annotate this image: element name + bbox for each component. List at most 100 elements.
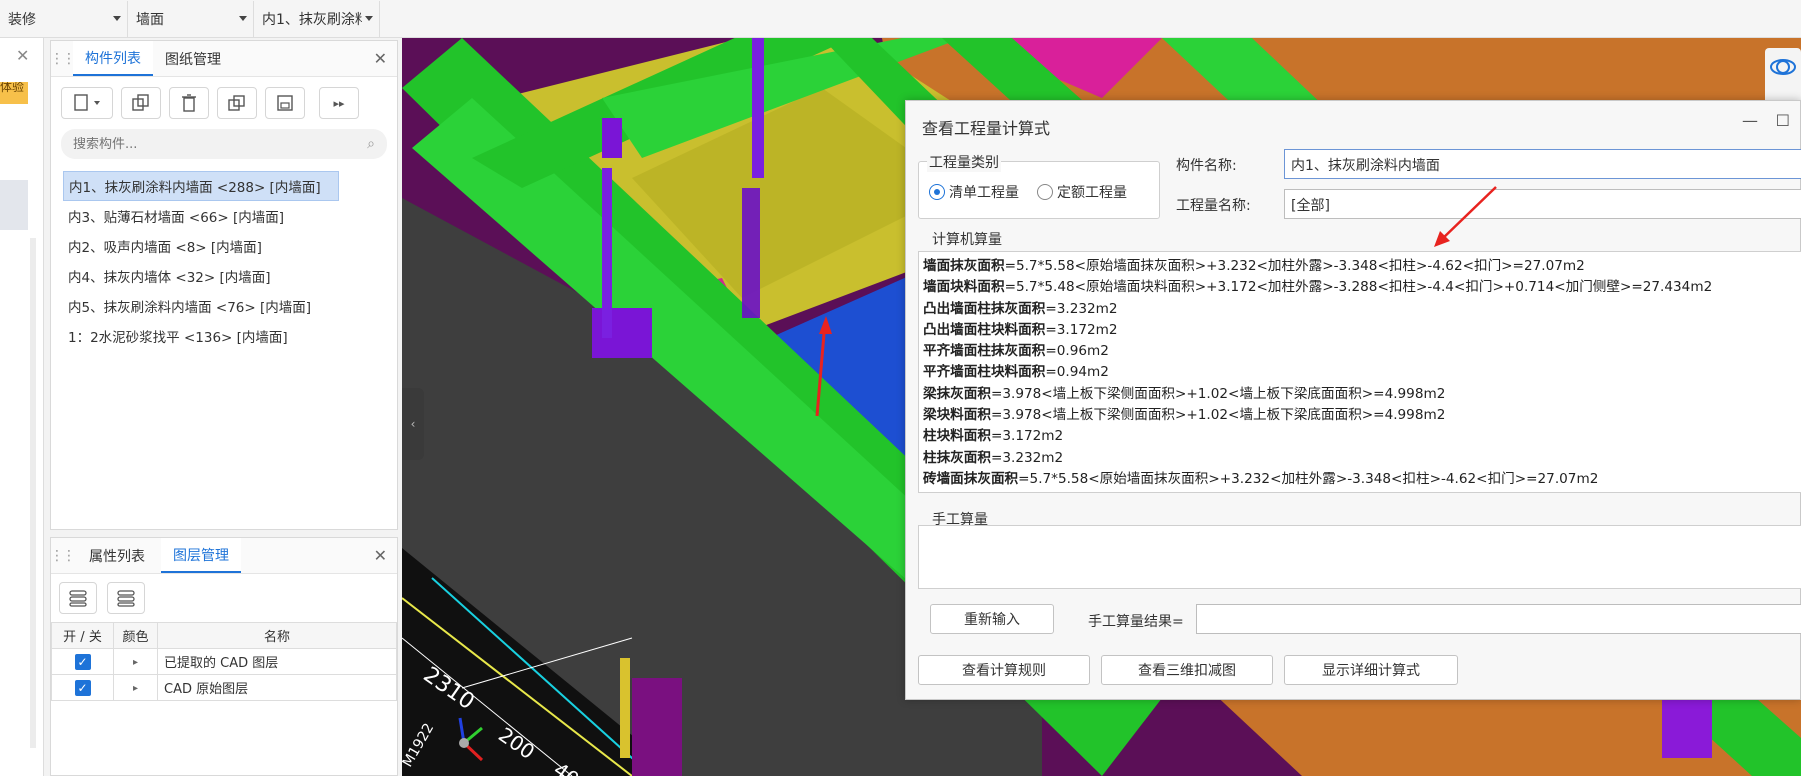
calc-line: 柱块料面积=3.172m2	[919, 426, 1801, 447]
manual-result-label: 手工算量结果=	[1088, 614, 1184, 630]
tab-component-list[interactable]: 构件列表	[73, 41, 153, 76]
layers-icon	[69, 590, 87, 607]
list-item[interactable]: 内3、贴薄石材墙面 <66> [内墙面]	[63, 201, 397, 231]
table-row[interactable]: ✓ ▸ CAD 原始图层	[51, 674, 397, 701]
close-icon[interactable]: ✕	[16, 46, 29, 65]
calc-line-formula: =5.7*5.58<原始墙面抹灰面积>+3.232<加柱外露>-3.348<扣柱…	[1004, 258, 1585, 274]
table-row[interactable]: ✓ ▸ 已提取的 CAD 图层	[51, 648, 397, 675]
maximize-icon[interactable]: ☐	[1776, 111, 1790, 130]
component-toolbar: ▸▸	[51, 77, 397, 119]
view-3d-deduction-button[interactable]: 查看三维扣减图	[1101, 655, 1273, 685]
calc-line-label: 砖墙面抹灰面积	[923, 470, 1019, 487]
component-name-field[interactable]: 内1、抹灰刷涂料内墙面	[1284, 149, 1801, 179]
quantity-name-field[interactable]: [全部]	[1284, 189, 1801, 219]
calc-line-label: 梁块料面积	[923, 407, 991, 424]
left-dock-strip: ✕ 体验	[0, 38, 44, 776]
type-select-value: 墙面	[136, 11, 164, 28]
calc-line: 凸出墙面柱块料面积=3.172m2	[919, 320, 1801, 341]
new-file-icon	[74, 94, 100, 111]
top-toolbar: 装修 墙面 内1、抹灰刷涂料	[0, 0, 1801, 38]
layers-icon	[117, 590, 135, 607]
search-bar[interactable]: ⌕	[61, 129, 387, 159]
quantity-formula-dialog: 查看工程量计算式 — ☐ 工程量类别 清单工程量 定额工程量 构件名称: 内1、…	[905, 100, 1801, 700]
close-icon[interactable]: ✕	[374, 49, 387, 68]
calc-line: 梁块料面积=3.978<墙上板下梁侧面面积>+1.02<墙上板下梁底面面积>=4…	[919, 405, 1801, 426]
layer-tool-button-2[interactable]	[107, 582, 145, 614]
layer-name: 已提取的 CAD 图层	[157, 648, 397, 675]
checkbox[interactable]: ✓	[74, 653, 91, 670]
category-select-value: 装修	[8, 11, 36, 28]
reinput-button[interactable]: 重新输入	[930, 604, 1054, 634]
type-select[interactable]: 墙面	[128, 0, 254, 37]
list-item[interactable]: 内4、抹灰内墙体 <32> [内墙面]	[63, 261, 397, 291]
drag-handle-icon[interactable]: ⋮⋮	[50, 41, 76, 76]
column-header: 开 / 关	[51, 622, 114, 649]
calc-line-formula: =3.172m2	[1045, 321, 1118, 338]
search-input[interactable]	[73, 136, 333, 152]
panel-header: ⋮⋮ 构件列表 图纸管理 ✕	[50, 41, 397, 77]
quantity-name-label: 工程量名称:	[1176, 198, 1251, 214]
save-template-button[interactable]	[265, 87, 305, 119]
layer-panel: ⋮⋮ 属性列表 图层管理 ✕ 开 / 关 颜色 名称 ✓ ▸ 已提取的 CAD …	[50, 537, 398, 776]
drag-handle-icon[interactable]: ⋮⋮	[50, 538, 76, 573]
column-header: 名称	[157, 622, 397, 649]
component-select[interactable]: 内1、抹灰刷涂料	[254, 0, 380, 37]
tab-layer-management[interactable]: 图层管理	[161, 538, 241, 573]
trial-badge[interactable]: 体验	[0, 82, 28, 104]
list-item[interactable]: 内1、抹灰刷涂料内墙面 <288> [内墙面]	[63, 171, 339, 201]
radio-quota-quantity[interactable]: 定额工程量	[1037, 182, 1127, 202]
calc-line-label: 柱抹灰面积	[923, 449, 991, 466]
list-item[interactable]: 1：2水泥砂浆找平 <136> [内墙面]	[63, 321, 397, 351]
manual-calculation-input[interactable]	[918, 525, 1801, 589]
delete-button[interactable]	[169, 87, 209, 119]
calc-line-label: 墙面抹灰面积	[923, 258, 1005, 274]
scrollbar[interactable]	[30, 238, 36, 748]
expand-icon[interactable]: ▸	[133, 683, 138, 694]
chevron-left-icon: ‹	[410, 417, 416, 431]
double-chevron-right-icon: ▸▸	[333, 96, 345, 110]
copy-button[interactable]	[121, 87, 161, 119]
manual-result-field[interactable]	[1196, 604, 1801, 634]
layer-toolbar	[51, 574, 397, 622]
radio-dot[interactable]	[1037, 184, 1053, 200]
calc-line-formula: =3.232m2	[990, 449, 1064, 466]
tab-properties[interactable]: 属性列表	[73, 538, 161, 573]
calc-line-formula: =0.94m2	[1045, 364, 1109, 381]
selected-dock-item[interactable]	[0, 180, 28, 230]
close-icon[interactable]: ✕	[374, 546, 387, 565]
trash-icon	[182, 94, 196, 112]
calc-line-label: 柱块料面积	[923, 428, 991, 445]
component-name-label: 构件名称:	[1176, 158, 1237, 174]
component-select-value: 内1、抹灰刷涂料	[262, 11, 362, 28]
calc-line: 墙面抹灰面积=5.7*5.58<原始墙面抹灰面积>+3.232<加柱外露>-3.…	[919, 256, 1801, 277]
more-button[interactable]: ▸▸	[319, 87, 359, 119]
calc-line: 平齐墙面柱抹灰面积=0.96m2	[919, 341, 1801, 362]
calc-line-label: 梁抹灰面积	[923, 385, 991, 402]
collapse-panel-button[interactable]: ‹	[402, 388, 424, 460]
expand-icon[interactable]: ▸	[133, 657, 138, 668]
calc-line-formula: =0.96m2	[1045, 343, 1109, 360]
layer-tool-button-1[interactable]	[59, 582, 97, 614]
search-icon[interactable]: ⌕	[367, 136, 375, 152]
calc-line-label: 凸出墙面柱抹灰面积	[923, 300, 1046, 317]
checkbox[interactable]: ✓	[74, 679, 91, 696]
list-item[interactable]: 内2、吸声内墙面 <8> [内墙面]	[63, 231, 397, 261]
show-detailed-formula-button[interactable]: 显示详细计算式	[1284, 655, 1458, 685]
tab-drawing-management[interactable]: 图纸管理	[153, 41, 233, 76]
minimize-icon[interactable]: —	[1742, 111, 1758, 130]
orbit-icon[interactable]	[1768, 52, 1798, 82]
calc-line: 柱抹灰面积=3.232m2	[919, 448, 1801, 469]
calc-line-formula: =3.172m2	[990, 428, 1064, 445]
calculation-formula-area[interactable]: 墙面抹灰面积=5.7*5.58<原始墙面抹灰面积>+3.232<加柱外露>-3.…	[918, 251, 1801, 493]
calc-legend: 计算机算量	[930, 229, 1004, 249]
radio-label: 定额工程量	[1057, 185, 1127, 201]
view-calc-rules-button[interactable]: 查看计算规则	[918, 655, 1090, 685]
radio-bill-quantity[interactable]: 清单工程量	[929, 182, 1019, 202]
radio-label: 清单工程量	[949, 185, 1019, 201]
radio-dot[interactable]	[929, 184, 945, 200]
calc-line-formula: =5.7*5.58<原始墙面抹灰面积>+3.232<加柱外露>-3.348<扣柱…	[1018, 470, 1599, 487]
duplicate-button[interactable]	[217, 87, 257, 119]
list-item[interactable]: 内5、抹灰刷涂料内墙面 <76> [内墙面]	[63, 291, 397, 321]
category-select[interactable]: 装修	[0, 0, 128, 37]
new-component-button[interactable]	[61, 87, 113, 119]
